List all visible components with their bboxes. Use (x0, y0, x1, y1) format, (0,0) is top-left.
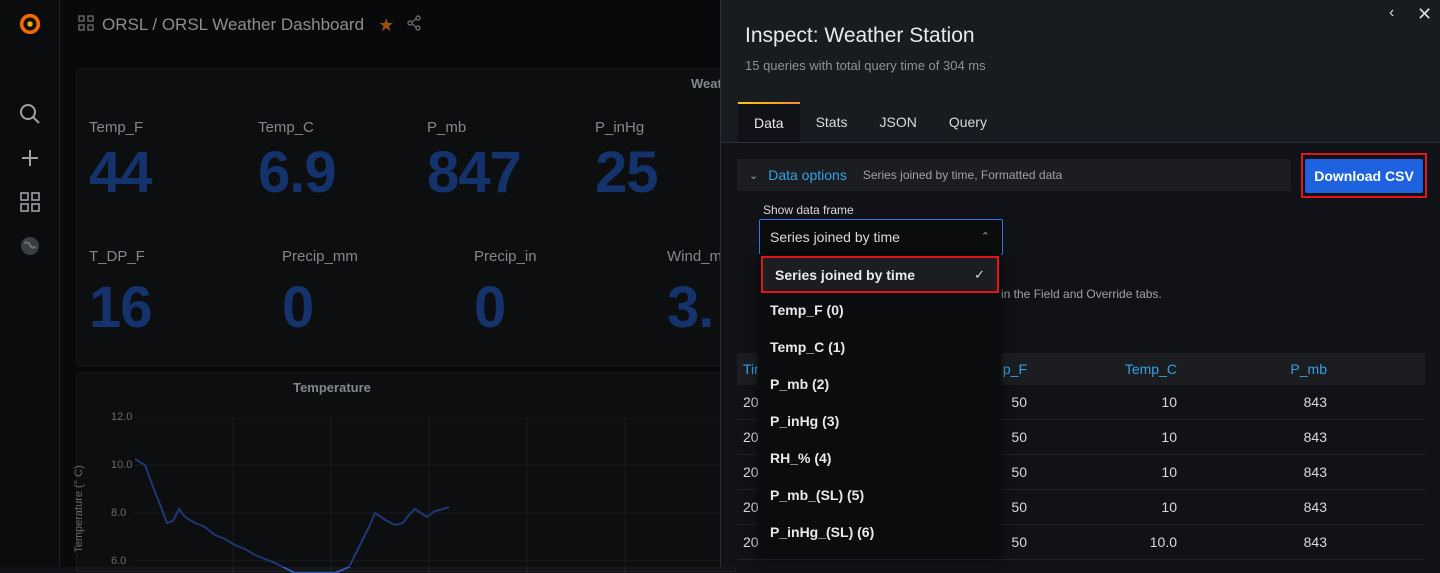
weather-stats-panel: Weat Temp_F 44 Temp_C 6.9 P_mb 847 P_inH… (76, 68, 736, 366)
table-cell: 10 (1161, 429, 1177, 445)
stat-label: Temp_C (258, 119, 314, 136)
data-frame-select[interactable]: Series joined by time ⌃ (759, 219, 1003, 255)
drawer-subtitle: 15 queries with total query time of 304 … (745, 58, 986, 73)
download-csv-highlight: Download CSV (1301, 153, 1427, 198)
temperature-panel: Temperature 12.0 10.0 8.0 6.0 Temperatur… (72, 372, 736, 573)
table-cell: 10 (1161, 499, 1177, 515)
panel-title: Weat (691, 76, 722, 91)
dropdown-option[interactable]: P_mb (2) (758, 365, 1001, 402)
chevron-down-icon: ⌄ (749, 169, 759, 182)
dashboard-main: ORSL / ORSL Weather Dashboard ★ Weat Tem… (60, 0, 736, 573)
chevron-up-icon: ⌃ (980, 231, 990, 243)
tab-data[interactable]: Data (738, 102, 800, 142)
y-axis-label: Temperature (° C) (72, 465, 85, 553)
stat-label: P_mb (427, 119, 467, 136)
table-cell: 843 (1303, 534, 1327, 550)
data-options-toggle[interactable]: ⌄ Data options Series joined by time, Fo… (737, 159, 1291, 191)
temperature-graph (135, 417, 735, 573)
dropdown-option-selected[interactable]: Series joined by time ✓ (761, 256, 999, 293)
select-value: Series joined by time (770, 229, 900, 245)
dashboards-grid-icon[interactable] (18, 190, 42, 214)
check-icon: ✓ (974, 266, 985, 282)
y-tick-label: 6.0 (111, 555, 127, 567)
data-options-title: Data options (768, 167, 847, 183)
inspect-tabs: Data Stats JSON Query (738, 102, 1003, 142)
option-label: Series joined by time (775, 266, 916, 283)
table-cell: 843 (1303, 464, 1327, 480)
dashboard-topbar: ORSL / ORSL Weather Dashboard ★ (60, 0, 720, 50)
search-icon[interactable] (18, 102, 42, 126)
globe-explore-icon[interactable] (18, 234, 42, 258)
star-icon[interactable]: ★ (378, 15, 394, 36)
y-tick-label: 12.0 (111, 411, 133, 423)
dropdown-option[interactable]: Temp_C (1) (758, 328, 1001, 365)
stat-label: Temp_F (89, 119, 144, 136)
stat-value: 6.9 (258, 140, 337, 205)
stat-value: 44 (89, 140, 153, 205)
stat-label: T_DP_F (89, 248, 145, 265)
dropdown-option[interactable]: P_inHg_(SL) (6) (758, 513, 1001, 550)
column-header[interactable]: Temp_C (1037, 353, 1187, 385)
table-cell: 10 (1161, 464, 1177, 480)
collapse-chevron-icon[interactable]: ‹ (1389, 4, 1394, 22)
table-cell: 10 (1161, 394, 1177, 410)
stat-value: 847 (427, 140, 522, 205)
tab-stats[interactable]: Stats (800, 102, 864, 142)
dropdown-option[interactable]: Temp_F (0) (758, 291, 1001, 328)
tab-json[interactable]: JSON (863, 102, 932, 142)
stat-value: 3. (667, 275, 714, 340)
breadcrumb[interactable]: ORSL / ORSL Weather Dashboard (102, 15, 364, 35)
column-header[interactable]: P_mb (1187, 353, 1337, 385)
y-tick-label: 10.0 (111, 459, 133, 471)
stat-value: 0 (282, 275, 314, 340)
table-cell: 843 (1303, 499, 1327, 515)
drawer-title: Inspect: Weather Station (745, 24, 975, 47)
stat-label: Precip_in (474, 248, 537, 265)
panel-title: Temperature (293, 380, 371, 395)
stat-value: 0 (474, 275, 506, 340)
stat-label: Wind_m (667, 248, 723, 265)
show-data-frame-label: Show data frame (763, 203, 854, 217)
stat-label: Precip_mm (282, 248, 358, 265)
stat-label: P_inHg (595, 119, 645, 136)
close-icon[interactable]: ✕ (1417, 4, 1432, 25)
side-menu (0, 0, 60, 567)
table-cell: 10.0 (1149, 534, 1177, 550)
stat-value: 25 (595, 140, 659, 205)
download-csv-button[interactable]: Download CSV (1305, 158, 1423, 193)
y-tick-label: 8.0 (111, 507, 127, 519)
dropdown-option[interactable]: P_mb_(SL) (5) (758, 476, 1001, 513)
plus-icon[interactable] (18, 146, 42, 170)
data-options-description: Series joined by time, Formatted data (862, 168, 1063, 182)
options-hint: in the Field and Override tabs. (1001, 287, 1162, 301)
dashboard-grid-icon (78, 14, 94, 36)
grafana-logo-icon[interactable] (18, 12, 42, 36)
table-cell: 843 (1303, 394, 1327, 410)
dropdown-option[interactable]: RH_% (4) (758, 439, 1001, 476)
share-icon[interactable] (406, 14, 422, 36)
stat-value: 16 (89, 275, 153, 340)
data-frame-dropdown: Series joined by time ✓ Temp_F (0) Temp_… (758, 254, 1001, 554)
table-cell: 843 (1303, 429, 1327, 445)
tab-query[interactable]: Query (933, 102, 1003, 142)
dropdown-option[interactable]: P_inHg (3) (758, 402, 1001, 439)
